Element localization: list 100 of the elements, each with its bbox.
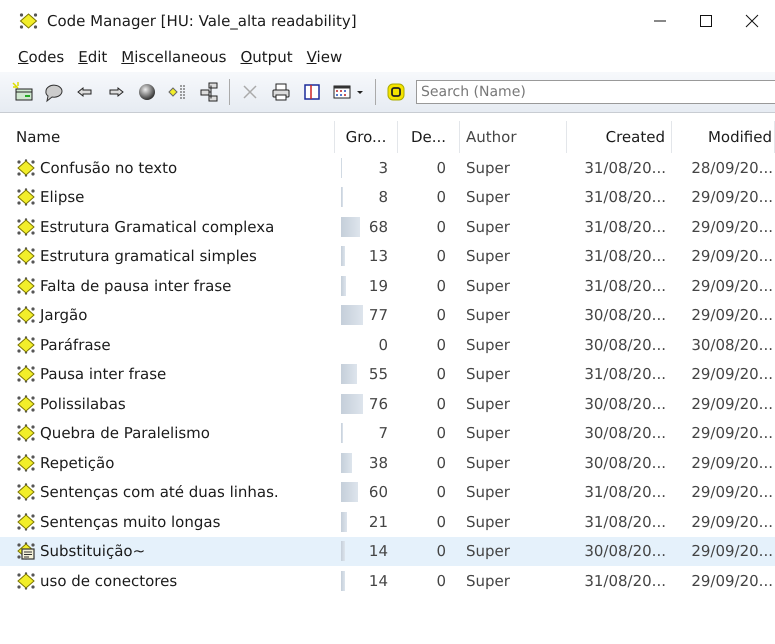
table-cell-text: Super xyxy=(465,336,511,354)
column-header[interactable]: Modified xyxy=(672,121,775,153)
code-name: Sentenças com até duas linhas. xyxy=(40,483,279,502)
hierarchy-icon[interactable] xyxy=(198,81,220,103)
table-cell-text: 29/09/20... xyxy=(690,306,774,324)
groundedness-bar xyxy=(341,276,346,296)
table-row[interactable]: Quebra de Paralelismo 7 0 Super 30/08/20... 29/09/20... xyxy=(0,418,775,448)
table-cell-text: 0 xyxy=(435,247,447,266)
table-cell-text: 29/09/20... xyxy=(690,424,774,442)
table-cell-text: 14 xyxy=(368,572,388,590)
table-cell-text: 7 xyxy=(377,424,388,442)
table-cell-text: 21 xyxy=(368,512,388,531)
table-cell-text: 8 xyxy=(377,188,388,206)
groundedness-bar xyxy=(341,452,352,473)
menu-item[interactable]: View xyxy=(306,48,342,66)
table-cell-text: 38 xyxy=(368,454,388,472)
table-cell-text: 0 xyxy=(435,188,447,206)
table-cell-text: 3 xyxy=(377,158,388,177)
table-cell-text: Super xyxy=(465,188,511,206)
column-header[interactable]: Name xyxy=(12,121,335,153)
table-row[interactable]: Substituição~ 14 0 Super 30/08/20... 29/09/20... xyxy=(0,536,775,566)
table-row[interactable]: Pausa inter frase 55 0 Super 31/08/20... 29/09/20... xyxy=(0,360,775,389)
table-cell-text: 31/08/20... xyxy=(583,483,667,502)
table-cell-text: 29/09/20... xyxy=(690,483,774,502)
code-name: Paráfrase xyxy=(40,336,111,354)
table-row[interactable]: uso de conectores 14 0 Super 31/08/20... 29/09/20... xyxy=(0,566,775,596)
groundedness-bar xyxy=(341,541,345,562)
table-cell-text: 13 xyxy=(368,247,388,266)
column-header[interactable]: Gro... xyxy=(335,121,398,153)
search-field[interactable]: Search (Name) xyxy=(416,80,775,104)
table-row[interactable]: Estrutura Gramatical complexa 68 0 Super 31/08/20... 29/09/20... xyxy=(0,212,775,242)
table-cell-text: 0 xyxy=(435,276,447,295)
table-cell-text: 29/09/20... xyxy=(690,247,774,266)
table-cell-text: 31/08/20... xyxy=(583,247,667,266)
table-cell-text: 31/08/20... xyxy=(583,158,667,177)
sphere-icon[interactable] xyxy=(136,81,158,103)
groundedness-bar xyxy=(341,482,358,502)
table-cell-text: 30/08/20... xyxy=(583,336,667,354)
table-cell-text: 31/08/20... xyxy=(583,365,667,384)
table-cell-text: 31/08/20... xyxy=(583,218,667,236)
table-cell-text: Super xyxy=(465,394,511,413)
menu-item[interactable]: Edit xyxy=(78,48,108,66)
table-cell-text: 0 xyxy=(435,158,447,177)
table-cell-text: 0 xyxy=(435,365,447,384)
table-cell-text: Super xyxy=(465,306,511,324)
table-row[interactable]: Sentenças com até duas linhas. 60 0 Super 31/08/20... 29/09/20... xyxy=(0,478,775,507)
table-cell-text: Super xyxy=(465,276,511,295)
table-cell-text: 29/09/20... xyxy=(690,512,774,531)
column-header[interactable]: De... xyxy=(398,121,460,153)
column-header[interactable]: Author xyxy=(460,121,567,153)
menu-item[interactable]: Output xyxy=(240,48,293,66)
code-name: Confusão no texto xyxy=(40,158,178,177)
code-name: Sentenças muito longas xyxy=(40,512,220,531)
groundedness-bar xyxy=(341,187,344,208)
table-cell-text: 60 xyxy=(368,483,388,502)
table-cell-text: 29/09/20... xyxy=(690,394,774,413)
print-icon[interactable] xyxy=(270,81,292,103)
groundedness-bar xyxy=(341,216,360,237)
table-cell-text: 77 xyxy=(368,306,388,324)
table-row[interactable]: Sentenças muito longas 21 0 Super 31/08/20... 29/09/20... xyxy=(0,507,775,536)
table-row[interactable]: Confusão no texto 3 0 Super 31/08/20... 28/09/20... xyxy=(0,153,775,182)
table-cell-text: 0 xyxy=(435,572,447,590)
table-row[interactable]: Paráfrase 0 0 Super 30/08/20... 30/08/20... xyxy=(0,330,775,360)
table-cell-text: 68 xyxy=(368,218,388,236)
new-code-icon[interactable] xyxy=(12,81,34,103)
table-cell-text: 31/08/20... xyxy=(583,188,667,206)
table-cell-text: Super xyxy=(465,454,511,472)
menu-item[interactable]: Miscellaneous xyxy=(121,48,226,66)
groundedness-bar xyxy=(341,394,363,414)
table-cell-text: Super xyxy=(465,572,511,590)
highlight-icon[interactable] xyxy=(385,81,407,103)
column-header[interactable]: Created xyxy=(567,121,672,153)
table-row[interactable]: Falta de pausa inter frase 19 0 Super 31/08/20... 29/09/20... xyxy=(0,271,775,300)
code-name: Substituição~ xyxy=(40,542,146,560)
menu-item[interactable]: Codes xyxy=(18,48,64,66)
table-cell-text: 0 xyxy=(435,306,447,324)
table-cell-text: 30/08/20... xyxy=(583,542,667,560)
table-cell-text: 0 xyxy=(435,483,447,502)
table-cell-text: 31/08/20... xyxy=(583,512,667,531)
code-name: Quebra de Paralelismo xyxy=(40,424,210,442)
table-cell-text: 30/08/20... xyxy=(690,336,774,354)
table-row[interactable]: Polissilabas 76 0 Super 30/08/20... 29/09/20... xyxy=(0,389,775,418)
table-cell-text: 0 xyxy=(435,454,447,472)
table-cell-text: 0 xyxy=(435,394,447,413)
table-cell-text: 0 xyxy=(435,512,447,531)
code-name: Estrutura gramatical simples xyxy=(40,247,257,266)
code-name: Repetição xyxy=(40,454,114,472)
table-cell-text: 0 xyxy=(435,424,447,442)
table-row[interactable]: Repetição 38 0 Super 30/08/20... 29/09/20... xyxy=(0,448,775,478)
table-row[interactable]: Jargão 77 0 Super 30/08/20... 29/09/20... xyxy=(0,300,775,330)
table-cell-text: Super xyxy=(465,512,511,531)
code-name: Elipse xyxy=(40,188,84,206)
table-cell-text: Super xyxy=(465,365,511,384)
groundedness-bar xyxy=(341,246,345,266)
code-name: uso de conectores xyxy=(40,572,178,590)
code-name: Pausa inter frase xyxy=(40,365,166,384)
table-cell-text: 19 xyxy=(368,276,388,295)
table-row[interactable]: Elipse 8 0 Super 31/08/20... 29/09/20... xyxy=(0,182,775,212)
table-cell-text: 29/09/20... xyxy=(690,572,774,590)
table-row[interactable]: Estrutura gramatical simples 13 0 Super 31/08/20... 29/09/20... xyxy=(0,242,775,271)
